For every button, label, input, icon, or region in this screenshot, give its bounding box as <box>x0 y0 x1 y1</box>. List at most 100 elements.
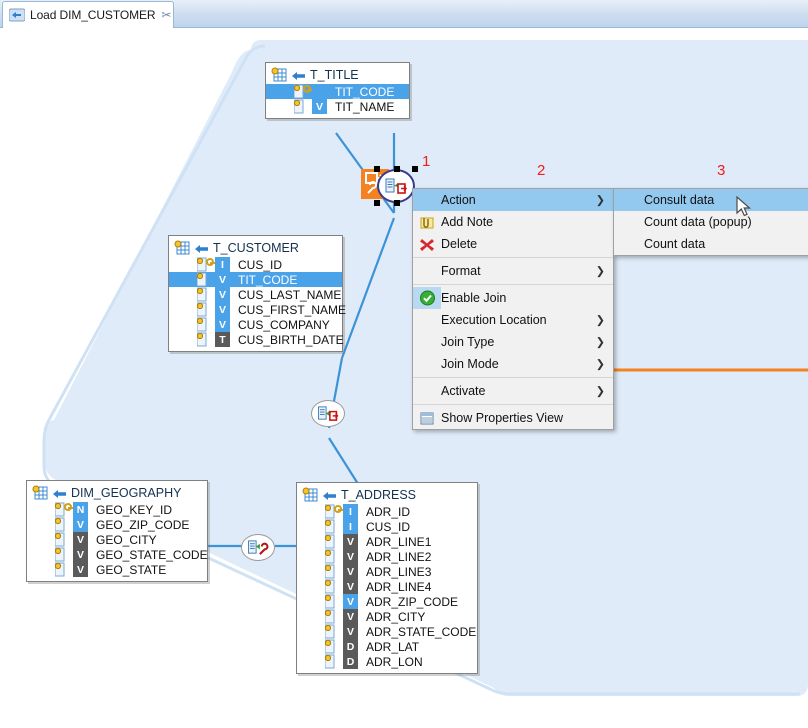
resize-handle[interactable] <box>374 200 380 206</box>
blank-icon <box>413 309 441 331</box>
chevron-right-icon: ❯ <box>595 314 605 327</box>
table-row[interactable]: V TIT_CODE <box>169 272 342 287</box>
entity-dim-geography[interactable]: DIM_GEOGRAPHY N GEO_KEY_ID V GEO_ZIP_COD… <box>26 480 208 582</box>
menu-item-join-mode[interactable]: Join Mode ❯ <box>413 353 613 375</box>
diagram-canvas[interactable]: T_TITLE TIT_CODE V TIT_NAME T_CUSTOMER I… <box>0 28 808 728</box>
table-row[interactable]: V ADR_LINE4 <box>297 579 477 594</box>
column-type-badge: V <box>215 317 230 332</box>
column-list: TIT_CODE V TIT_NAME <box>266 84 409 118</box>
key-column-icon <box>293 84 312 99</box>
submenu-item-consult-data[interactable]: Consult data <box>614 189 808 211</box>
column-type-badge: V <box>343 534 358 549</box>
menu-item-delete[interactable]: Delete <box>413 233 613 255</box>
application-window: Load DIM_CUSTOMER ✂ T_TITLE TIT_CODE V T… <box>0 0 808 728</box>
join-export-icon <box>377 169 415 203</box>
resize-handle[interactable] <box>394 200 400 206</box>
tab-load-dim-customer[interactable]: Load DIM_CUSTOMER ✂ <box>2 1 174 28</box>
context-submenu-action[interactable]: Consult data Count data (popup) Count da… <box>613 188 808 256</box>
entity-t-title[interactable]: T_TITLE TIT_CODE V TIT_NAME <box>265 62 410 119</box>
table-row[interactable]: V GEO_STATE <box>27 562 207 577</box>
entity-name: T_ADDRESS <box>341 487 417 502</box>
menu-item-activate[interactable]: Activate ❯ <box>413 380 613 402</box>
table-row[interactable]: V CUS_LAST_NAME <box>169 287 342 302</box>
column-type-badge: V <box>215 272 230 287</box>
table-row[interactable]: V GEO_CITY <box>27 532 207 547</box>
column-list: I ADR_ID I CUS_ID V ADR_LINE1 V ADR_LINE… <box>297 504 477 673</box>
table-row[interactable]: V ADR_LINE3 <box>297 564 477 579</box>
menu-item-label: Activate <box>441 384 486 398</box>
join-node-customer-address[interactable] <box>311 400 345 427</box>
table-row[interactable]: V GEO_STATE_CODE <box>27 547 208 562</box>
left-arrow-icon <box>291 69 306 81</box>
column-name: ADR_LINE1 <box>366 534 432 549</box>
menu-item-add-note[interactable]: Add Note <box>413 211 613 233</box>
column-name: ADR_LINE3 <box>366 564 432 579</box>
menu-item-format[interactable]: Format ❯ <box>413 260 613 282</box>
column-type-badge: V <box>343 579 358 594</box>
submenu-item-count-data-popup[interactable]: Count data (popup) <box>614 211 808 233</box>
column-row[interactable]: TIT_CODE <box>266 84 409 99</box>
chevron-right-icon: ❯ <box>595 265 605 278</box>
key-column-icon <box>54 562 73 577</box>
column-type-badge: V <box>343 549 358 564</box>
column-name: CUS_LAST_NAME <box>238 287 342 302</box>
table-row[interactable]: V ADR_LINE2 <box>297 549 477 564</box>
menu-item-enable-join[interactable]: Enable Join <box>413 287 613 309</box>
entity-name: T_CUSTOMER <box>213 240 299 255</box>
menu-item-label: Consult data <box>644 193 715 207</box>
menu-item-label: Join Type <box>441 335 495 349</box>
resize-handle[interactable] <box>394 166 400 172</box>
table-row[interactable]: I CUS_ID <box>297 519 477 534</box>
left-arrow-icon <box>52 487 67 499</box>
table-row[interactable]: T CUS_BIRTH_DATE <box>169 332 344 347</box>
table-row[interactable]: D ADR_LAT <box>297 639 477 654</box>
column-name: GEO_STATE <box>96 562 167 577</box>
chevron-right-icon: ❯ <box>595 194 605 207</box>
entity-name: T_TITLE <box>310 67 359 82</box>
column-name: GEO_ZIP_CODE <box>96 517 190 532</box>
entity-t-customer[interactable]: T_CUSTOMER I CUS_ID V TIT_CODE V CUS_LAS… <box>168 235 346 352</box>
table-row[interactable]: D ADR_LON <box>297 654 477 669</box>
left-arrow-icon <box>194 242 209 254</box>
table-row[interactable]: I CUS_ID <box>169 257 342 272</box>
column-type-badge: V <box>73 547 88 562</box>
column-row[interactable]: V TIT_NAME <box>266 99 409 114</box>
column-name: ADR_LON <box>366 654 423 669</box>
menu-item-show-properties-view[interactable]: Show Properties View <box>413 407 613 429</box>
context-menu[interactable]: Action ❯ Add Note Delete Format ❯ Enable… <box>412 188 614 430</box>
table-row[interactable]: V CUS_COMPANY <box>169 317 342 332</box>
menu-item-label: Count data <box>644 237 706 251</box>
column-type-badge: I <box>215 257 230 272</box>
table-row[interactable]: N GEO_KEY_ID <box>27 502 207 517</box>
table-row[interactable]: I ADR_ID <box>297 504 477 519</box>
join-node-selected[interactable] <box>374 166 418 206</box>
table-row[interactable]: V ADR_ZIP_CODE <box>297 594 477 609</box>
menu-item-join-type[interactable]: Join Type ❯ <box>413 331 613 353</box>
table-row[interactable]: V ADR_CITY <box>297 609 477 624</box>
resize-handle[interactable] <box>412 166 418 172</box>
join-node-ellipse <box>241 534 275 561</box>
column-type-badge: V <box>215 302 230 317</box>
menu-item-action[interactable]: Action ❯ <box>413 189 613 211</box>
menu-item-execution-location[interactable]: Execution Location ❯ <box>413 309 613 331</box>
table-row[interactable]: V GEO_ZIP_CODE <box>27 517 207 532</box>
key-column-icon <box>196 257 215 272</box>
column-name: ADR_LINE2 <box>366 549 432 564</box>
submenu-item-count-data[interactable]: Count data <box>614 233 808 255</box>
column-type-badge: V <box>343 594 358 609</box>
table-row[interactable]: V ADR_STATE_CODE <box>297 624 477 639</box>
column-type-badge: V <box>73 517 88 532</box>
key-column-icon <box>196 317 215 332</box>
table-row[interactable]: V CUS_FIRST_NAME <box>169 302 346 317</box>
key-column-icon <box>324 564 343 579</box>
annotation-3: 3 <box>717 162 726 179</box>
close-tab-icon[interactable]: ✂ <box>161 9 171 21</box>
join-node-geography-address[interactable] <box>241 534 275 561</box>
entity-t-address[interactable]: T_ADDRESS I ADR_ID I CUS_ID V ADR_LINE1 … <box>296 482 478 674</box>
column-name: ADR_LINE4 <box>366 579 432 594</box>
resize-handle[interactable] <box>374 166 380 172</box>
blank-icon <box>413 189 441 211</box>
entity-name: DIM_GEOGRAPHY <box>71 485 182 500</box>
column-name: GEO_CITY <box>96 532 157 547</box>
table-row[interactable]: V ADR_LINE1 <box>297 534 477 549</box>
